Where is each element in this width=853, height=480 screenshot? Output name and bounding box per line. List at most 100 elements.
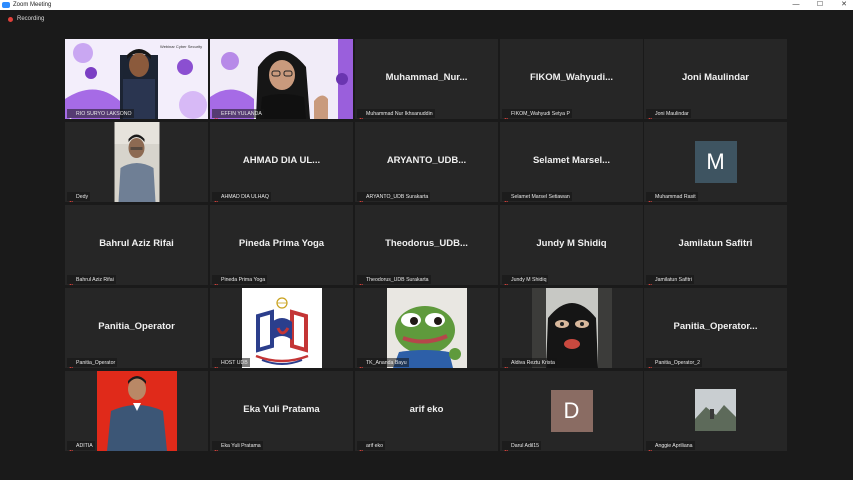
participant-display-name: Theodorus_UDB... [385, 238, 468, 249]
frog-avatar-image [386, 288, 467, 368]
microphone-muted-icon [213, 111, 219, 119]
participant-name-label: ADITIA [67, 441, 95, 451]
participant-name: Joni Maulindar [655, 110, 689, 117]
participant-tile[interactable]: Eka Yuli Pratama Eka Yuli Pratama [210, 371, 353, 451]
landscape-avatar-image [644, 371, 787, 451]
microphone-muted-icon [647, 194, 653, 202]
participant-name: Jundy M Shidiq [511, 276, 547, 283]
participant-display-name: Eka Yuli Pratama [243, 404, 320, 415]
participant-tile[interactable]: FIKOM_Wahyudi... FIKOM_Wahyudi Setya P [500, 39, 643, 119]
minimize-button[interactable]: — [791, 0, 801, 10]
microphone-muted-icon [358, 194, 364, 202]
participant-name: FIKOM_Wahyudi Setya P [511, 110, 570, 117]
participant-tile[interactable]: Anggie Apriliana [644, 371, 787, 451]
participant-display-name: Panitia_Operator [98, 321, 175, 332]
participant-name-label: Bahrul Aziz Rifai [67, 275, 116, 285]
participant-display-name: FIKOM_Wahyudi... [529, 72, 614, 83]
participant-name-label: AHMAD DIA ULHAQ [212, 192, 271, 202]
recording-indicator[interactable]: Recording [0, 10, 853, 28]
participant-name: arif eko [366, 442, 384, 449]
participant-video [114, 122, 159, 202]
participant-name-label: Pineda Prima Yoga [212, 275, 268, 285]
maximize-button[interactable]: ☐ [815, 0, 825, 10]
participant-name: Eka Yuli Pratama [221, 442, 261, 449]
participant-name: AHMAD DIA ULHAQ [221, 193, 269, 200]
participant-tile[interactable]: D Darul Adil15 [500, 371, 643, 451]
participant-tile[interactable]: Panitia_Operator... Panitia_Operator_2 [644, 288, 787, 368]
svg-text:Webinar Cyber Security: Webinar Cyber Security [160, 44, 202, 49]
participant-tile[interactable]: Jundy M Shidiq Jundy M Shidiq [500, 205, 643, 285]
participant-name-label: Aldiva Reztu Krista [502, 358, 557, 368]
participant-tile[interactable]: M Muhammad Rasit [644, 122, 787, 202]
microphone-muted-icon [503, 360, 509, 368]
window-title: Zoom Meeting [13, 2, 52, 8]
participant-name: Panitia_Operator_2 [655, 359, 700, 366]
participant-name-label: EFFIN YULANDA [212, 109, 264, 119]
participant-tile[interactable]: Jamilatun Safitri Jamilatun Safitri [644, 205, 787, 285]
participant-tile[interactable]: ARYANTO_UDB... ARYANTO_UDB Surakarta [355, 122, 498, 202]
microphone-muted-icon [213, 360, 219, 368]
microphone-muted-icon [358, 443, 364, 451]
participant-name-label: Selamet Marsel Setiawan [502, 192, 572, 202]
participant-name: Anggie Apriliana [655, 442, 693, 449]
recording-dot-icon [8, 16, 13, 22]
participant-tile[interactable]: Joni Maulindar Joni Maulindar [644, 39, 787, 119]
gallery-view: Webinar Cyber Security RIO SURYO LAKSONO E… [65, 39, 787, 451]
participant-tile[interactable]: AHMAD DIA UL... AHMAD DIA ULHAQ [210, 122, 353, 202]
participant-tile[interactable]: Selamet Marsel... Selamet Marsel Setiawan [500, 122, 643, 202]
participant-name-label: Muhammad Rasit [646, 192, 698, 202]
window-titlebar: Zoom Meeting — ☐ ✕ [0, 0, 853, 10]
participant-tile[interactable]: ADITIA [65, 371, 208, 451]
microphone-muted-icon [358, 277, 364, 285]
participant-tile[interactable]: Aldiva Reztu Krista [500, 288, 643, 368]
participant-display-name: Jamilatun Safitri [678, 238, 753, 249]
participant-tile[interactable]: arif eko arif eko [355, 371, 498, 451]
participant-tile[interactable]: Webinar Cyber Security RIO SURYO LAKSONO [65, 39, 208, 119]
participant-name-label: Panitia_Operator_2 [646, 358, 702, 368]
participant-tile[interactable]: Theodorus_UDB... Theodorus_UDB Surakarta [355, 205, 498, 285]
participant-tile[interactable]: Bahrul Aziz Rifai Bahrul Aziz Rifai [65, 205, 208, 285]
participant-name-label: Eka Yuli Pratama [212, 441, 263, 451]
participant-display-name: AHMAD DIA UL... [242, 155, 321, 166]
microphone-muted-icon [647, 111, 653, 119]
participant-video [210, 39, 353, 119]
participant-tile[interactable]: HOST UDB [210, 288, 353, 368]
participant-tile[interactable]: Muhammad_Nur... Muhammad Nur Ikhsanuddin [355, 39, 498, 119]
participant-tile[interactable]: EFFIN YULANDA [210, 39, 353, 119]
participant-name: EFFIN YULANDA [221, 110, 262, 117]
close-button[interactable]: ✕ [839, 0, 849, 10]
udb-logo-image [241, 288, 322, 368]
microphone-muted-icon [647, 360, 653, 368]
microphone-muted-icon [647, 443, 653, 451]
participant-display-name: Panitia_Operator... [673, 321, 758, 332]
microphone-muted-icon [68, 443, 74, 451]
microphone-muted-icon [647, 277, 653, 285]
participant-name-label: Jamilatun Safitri [646, 275, 694, 285]
participant-tile[interactable]: Dedy [65, 122, 208, 202]
participant-name-label: TK_Ananda Bayu [357, 358, 409, 368]
participant-tile[interactable]: TK_Ananda Bayu [355, 288, 498, 368]
participant-tile[interactable]: Pineda Prima Yoga Pineda Prima Yoga [210, 205, 353, 285]
participant-video [96, 371, 177, 451]
participant-name: ARYANTO_UDB Surakarta [366, 193, 429, 200]
participant-name-label: Darul Adil15 [502, 441, 541, 451]
masked-avatar-image [531, 288, 612, 368]
participant-name: Theodorus_UDB Surakarta [366, 276, 429, 283]
participant-display-name: Joni Maulindar [681, 72, 750, 83]
microphone-muted-icon [213, 277, 219, 285]
participant-name-label: Theodorus_UDB Surakarta [357, 275, 431, 285]
participant-initial-avatar: M [694, 141, 737, 183]
participant-name-label: ARYANTO_UDB Surakarta [357, 192, 431, 202]
microphone-muted-icon [503, 111, 509, 119]
zoom-app-icon [2, 2, 10, 8]
participant-video: Webinar Cyber Security [65, 39, 208, 119]
participant-name: HOST UDB [221, 359, 248, 366]
participant-tile[interactable]: Panitia_Operator Panitia_Operator [65, 288, 208, 368]
participant-name-label: Joni Maulindar [646, 109, 691, 119]
participant-name-label: HOST UDB [212, 358, 250, 368]
recording-label: Recording [17, 16, 45, 22]
participant-display-name: Selamet Marsel... [532, 155, 611, 166]
participant-name: Jamilatun Safitri [655, 276, 692, 283]
microphone-muted-icon [503, 277, 509, 285]
participant-name-label: Muhammad Nur Ikhsanuddin [357, 109, 435, 119]
